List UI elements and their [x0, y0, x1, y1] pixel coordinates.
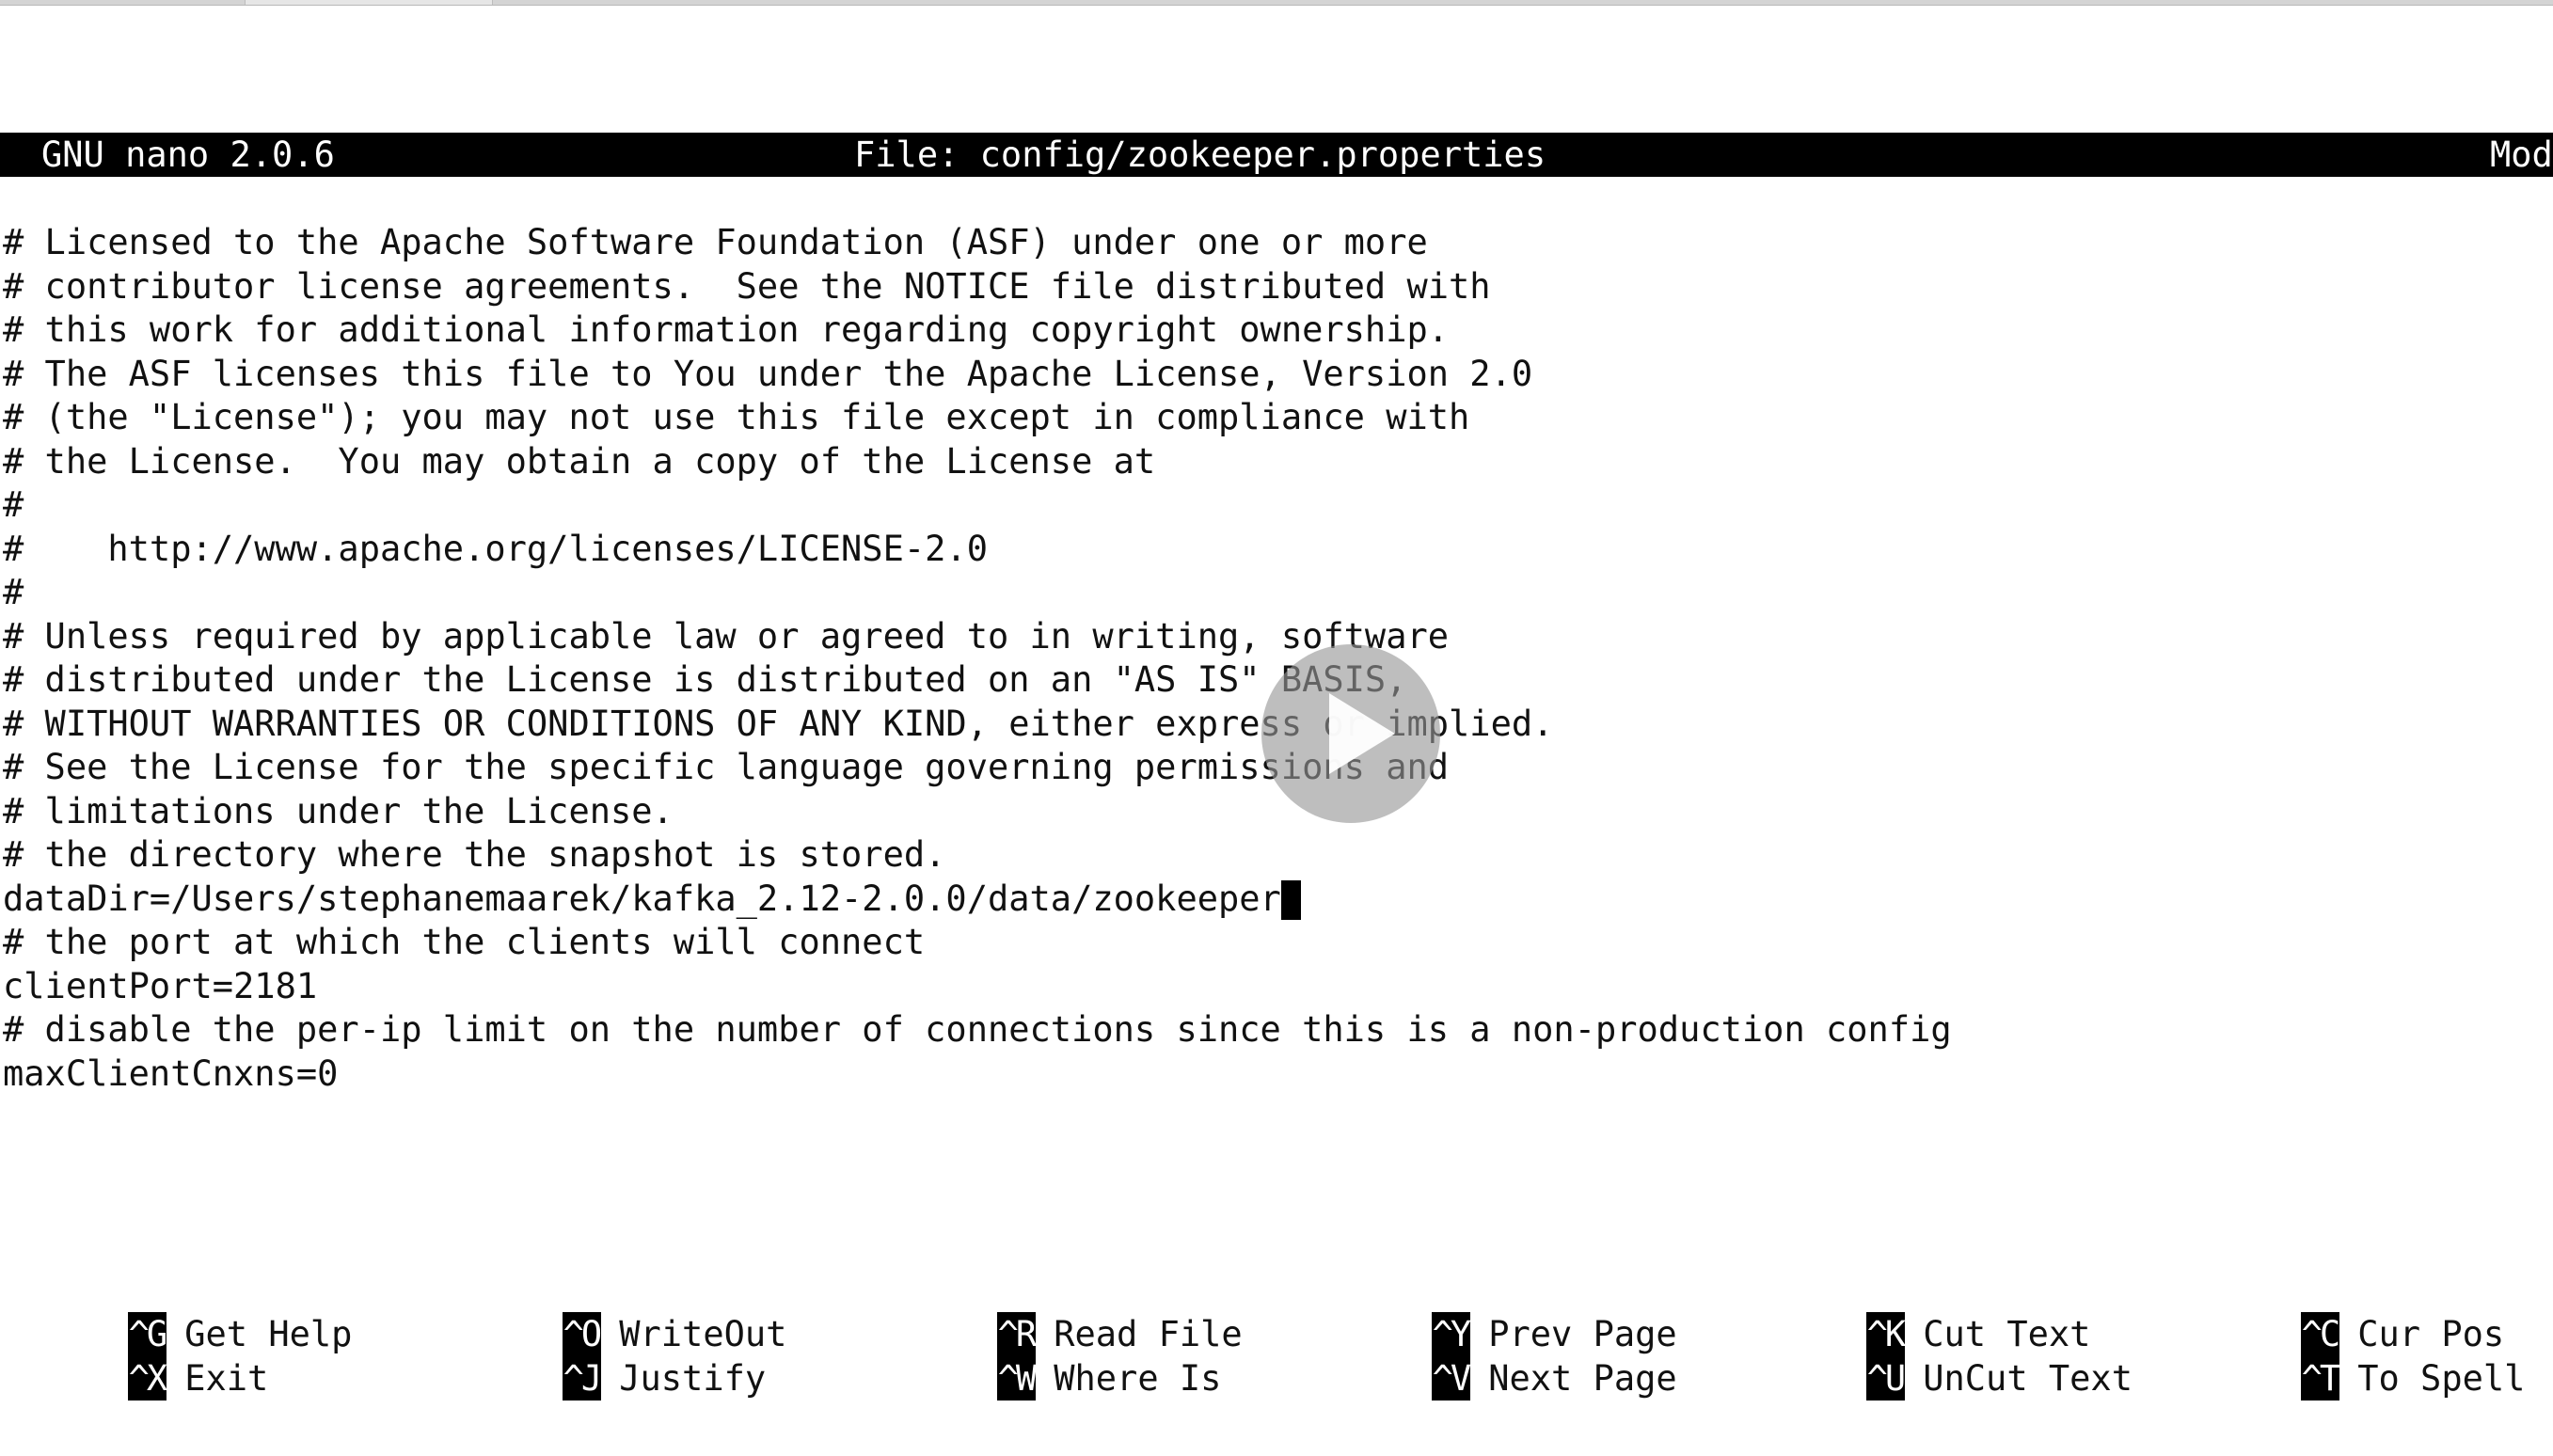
editor-line: # disable the per-ip limit on the number…	[3, 1009, 1952, 1050]
shortcut-where-is[interactable]: ^W Where Is	[871, 1312, 1221, 1401]
editor-line: #	[3, 484, 24, 525]
editor-line: # the port at which the clients will con…	[3, 922, 926, 962]
shortcut-cut-text[interactable]: ^K Cut Text	[1740, 1268, 2090, 1356]
shortcut-read-file[interactable]: ^R Read File	[871, 1268, 1243, 1356]
shortcut-key: ^X	[127, 1356, 167, 1401]
file-name: File: config/zookeeper.properties	[854, 135, 1546, 175]
shortcut-key: ^U	[1865, 1356, 1906, 1401]
editor-line: maxClientCnxns=0	[3, 1052, 339, 1094]
nano-title-bar: GNU nano 2.0.6 File: config/zookeeper.pr…	[0, 133, 2553, 177]
shortcut-next-page[interactable]: ^V Next Page	[1306, 1312, 1677, 1401]
play-icon	[1329, 693, 1395, 774]
app-name: GNU nano 2.0.6	[41, 135, 335, 175]
shortcut-cur-pos[interactable]: ^C Cur Pos	[2175, 1268, 2504, 1356]
shortcut-key: ^J	[562, 1356, 602, 1401]
shortcut-writeout[interactable]: ^O WriteOut	[436, 1268, 786, 1356]
shortcut-label: Where Is	[1054, 1358, 1222, 1399]
shortcut-label: UnCut Text	[1923, 1358, 2133, 1399]
shortcut-label: Justify	[619, 1358, 767, 1399]
editor-line-current[interactable]: dataDir=/Users/stephanemaarek/kafka_2.12…	[3, 878, 2543, 922]
modified-status: Mod	[2490, 135, 2553, 175]
text-cursor	[1280, 880, 1301, 920]
editor-line: # The ASF licenses this file to You unde…	[3, 353, 1533, 394]
shortcut-justify[interactable]: ^J Justify	[436, 1312, 766, 1401]
shortcut-to-spell[interactable]: ^T To Spell	[2175, 1312, 2525, 1401]
editor-line: # Licensed to the Apache Software Founda…	[3, 222, 1428, 262]
shortcut-uncut-text[interactable]: ^U UnCut Text	[1740, 1312, 2133, 1401]
editor-line: # this work for additional information r…	[3, 309, 1450, 350]
shortcut-prev-page[interactable]: ^Y Prev Page	[1306, 1268, 1677, 1356]
editor-line: # the directory where the snapshot is st…	[3, 834, 946, 875]
shortcut-key: ^W	[996, 1356, 1037, 1401]
shortcut-exit[interactable]: ^X Exit	[2, 1312, 268, 1401]
terminal-window[interactable]: GNU nano 2.0.6 File: config/zookeeper.pr…	[0, 0, 2553, 1456]
shortcut-key: ^V	[1431, 1356, 1471, 1401]
editor-line: clientPort=2181	[3, 965, 318, 1006]
editor-line: # http://www.apache.org/licenses/LICENSE…	[3, 528, 988, 569]
shortcut-label: To Spell	[2357, 1358, 2526, 1399]
editor-line: # (the "License"); you may not use this …	[3, 397, 1470, 437]
editor-line-text: dataDir=/Users/stephanemaarek/kafka_2.12…	[3, 878, 1281, 919]
editor-line: #	[3, 572, 24, 612]
shortcut-get-help[interactable]: ^G Get Help	[2, 1268, 352, 1356]
editor-line: # contributor license agreements. See th…	[3, 265, 1491, 307]
editor-line: # the License. You may obtain a copy of …	[3, 440, 1156, 482]
shortcut-label: Next Page	[1488, 1358, 1677, 1399]
video-play-button[interactable]	[1261, 644, 1440, 823]
shortcut-key: ^T	[2300, 1356, 2340, 1401]
shortcut-label: Exit	[184, 1358, 269, 1399]
